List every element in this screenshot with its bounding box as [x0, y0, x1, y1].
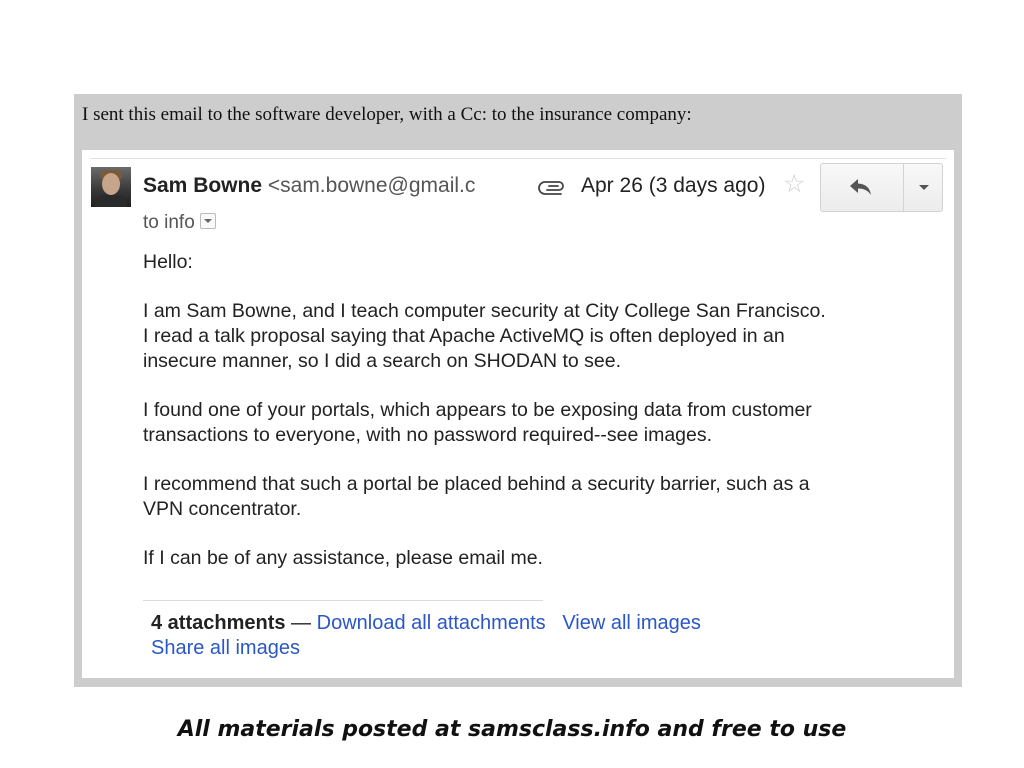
email-body: Hello: I am Sam Bowne, and I teach compu… — [143, 250, 933, 595]
body-paragraph: Hello: — [143, 251, 193, 273]
sender-name: Sam Bowne — [143, 174, 263, 197]
share-all-images-link[interactable]: Share all images — [151, 637, 300, 659]
footer-text: All materials posted at samsclass.info a… — [177, 717, 847, 742]
reply-button[interactable] — [820, 163, 903, 212]
chevron-down-icon — [919, 185, 929, 190]
avatar[interactable] — [91, 167, 131, 207]
email-date: Apr 26 (3 days ago) — [581, 174, 766, 197]
body-paragraph: If I can be of any assistance, please em… — [143, 547, 543, 569]
body-paragraph: I found one of your portals, which appea… — [143, 399, 812, 446]
sender-address: <sam.bowne@gmail.c — [267, 174, 476, 197]
header-divider — [90, 158, 946, 159]
attachments-bar: 4 attachments — Download all attachments… — [151, 611, 701, 661]
body-paragraph: I am Sam Bowne, and I teach computer sec… — [143, 300, 826, 372]
paperclip-icon — [538, 181, 564, 195]
reply-icon — [850, 179, 871, 195]
sender[interactable]: Sam Bowne <sam.bowne@gmail.c — [143, 174, 493, 198]
more-options-button[interactable] — [903, 163, 943, 212]
caption-text: I sent this email to the software develo… — [82, 104, 692, 125]
show-details-dropdown[interactable] — [199, 213, 216, 229]
view-all-images-link[interactable]: View all images — [562, 612, 701, 634]
screenshot-frame: I sent this email to the software develo… — [74, 94, 962, 687]
download-all-link[interactable]: Download all attachments — [317, 612, 546, 634]
email-message: Sam Bowne <sam.bowne@gmail.c Apr 26 (3 d… — [82, 150, 954, 678]
star-icon[interactable]: ☆ — [783, 172, 805, 197]
attachments-separator: — — [285, 612, 317, 634]
attachments-divider — [143, 600, 543, 601]
body-paragraph: I recommend that such a portal be placed… — [143, 473, 810, 520]
to-label: to info — [143, 212, 195, 233]
attachments-count: 4 attachments — [151, 612, 286, 634]
recipients-line: to info — [143, 212, 216, 234]
